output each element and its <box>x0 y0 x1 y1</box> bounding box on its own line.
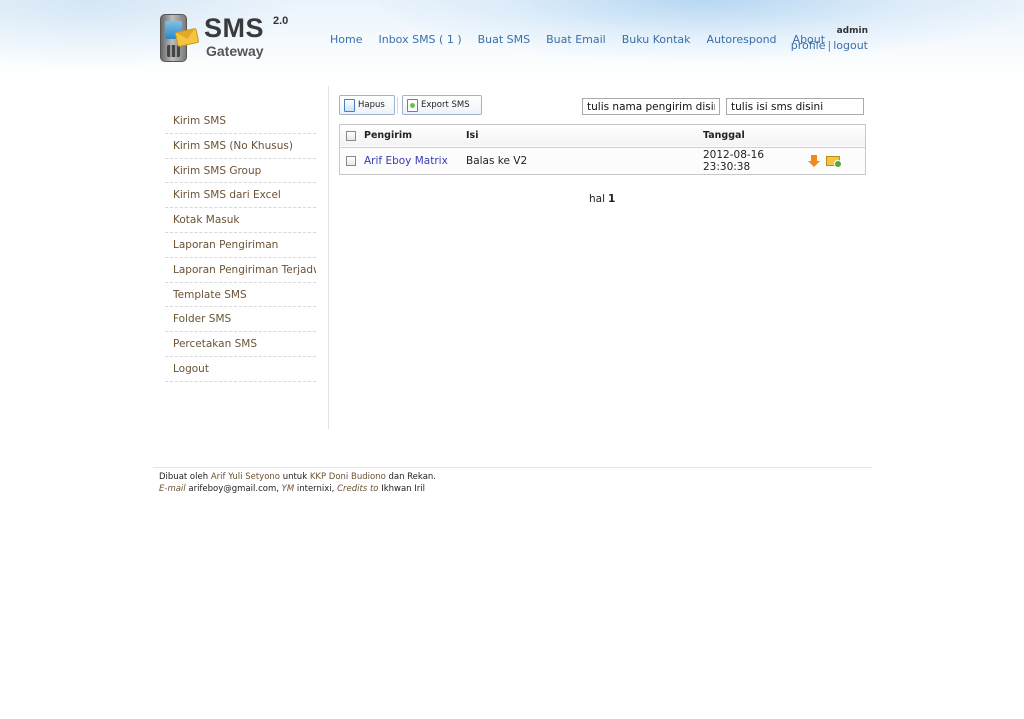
sidebar-item-laporan-pengiriman[interactable]: Laporan Pengiriman <box>165 233 316 258</box>
sidebar-item-kirim-sms-no-khusus[interactable]: Kirim SMS (No Khusus) <box>165 134 316 159</box>
pagination: hal 1 <box>589 193 615 205</box>
sidebar-item-kotak-masuk[interactable]: Kotak Masuk <box>165 208 316 233</box>
user-box: admin profile | logout <box>791 26 868 52</box>
nav-buku-kontak[interactable]: Buku Kontak <box>622 33 691 46</box>
nav-buat-sms[interactable]: Buat SMS <box>478 33 531 46</box>
footer-email: arifeboy@gmail.com, <box>188 483 279 494</box>
row-actions <box>806 147 865 174</box>
sidebar-item-template-sms[interactable]: Template SMS <box>165 283 316 308</box>
sidebar-item-kirim-sms-excel[interactable]: Kirim SMS dari Excel <box>165 183 316 209</box>
footer-line-2: E-mail arifeboy@gmail.com, YM internixi,… <box>159 484 436 496</box>
export-button-label: Export SMS <box>421 100 470 110</box>
footer-made-by: Dibuat oleh <box>159 472 209 482</box>
current-page[interactable]: 1 <box>608 193 615 205</box>
top-navigation: Home Inbox SMS ( 1 ) Buat SMS Buat Email… <box>330 33 841 46</box>
date-cell: 2012-08-16 23:30:38 <box>703 147 806 174</box>
user-links: profile | logout <box>791 39 868 52</box>
header-message[interactable]: Isi <box>466 125 703 147</box>
reply-icon[interactable] <box>808 154 820 167</box>
page-label: hal <box>589 193 606 205</box>
footer-and-partners: dan Rekan. <box>388 472 436 482</box>
logo-subtitle: Gateway <box>206 43 264 59</box>
header-sender[interactable]: Pengirim <box>362 125 466 147</box>
sidebar-divider <box>328 86 329 429</box>
message-time: 23:30:38 <box>703 160 751 173</box>
sidebar-menu: Kirim SMS Kirim SMS (No Khusus) Kirim SM… <box>165 109 316 382</box>
nav-inbox-sms[interactable]: Inbox SMS ( 1 ) <box>378 33 461 46</box>
nav-home[interactable]: Home <box>330 33 362 46</box>
footer-email-label: E-mail <box>159 483 186 494</box>
sender-search-input[interactable] <box>582 98 720 115</box>
logout-link[interactable]: logout <box>833 39 868 52</box>
footer-for: untuk <box>282 472 308 482</box>
delete-button[interactable]: Hapus <box>339 95 395 115</box>
toolbar-separator <box>397 97 398 113</box>
footer-ym-label: YM <box>281 483 295 494</box>
row-checkbox[interactable] <box>346 155 356 166</box>
footer-credits: Ikhwan Iril <box>381 483 425 494</box>
table-row: Arif Eboy Matrix Balas ke V2 2012-08-16 … <box>340 147 865 174</box>
export-icon <box>407 98 418 112</box>
sidebar-item-kirim-sms-group[interactable]: Kirim SMS Group <box>165 159 316 184</box>
nav-autorespond[interactable]: Autorespond <box>707 33 777 46</box>
export-sms-button[interactable]: Export SMS <box>402 95 482 115</box>
footer-client-link[interactable]: KKP Doni Budiono <box>310 472 386 482</box>
sidebar-item-percetakan-sms[interactable]: Percetakan SMS <box>165 332 316 357</box>
footer-ym: internixi, <box>296 483 335 494</box>
username: admin <box>836 26 868 36</box>
document-icon <box>344 98 355 112</box>
table-header-row: Pengirim Isi Tanggal <box>340 125 865 147</box>
message-search-input[interactable] <box>726 98 864 115</box>
sidebar-item-folder-sms[interactable]: Folder SMS <box>165 307 316 333</box>
sidebar-item-logout[interactable]: Logout <box>165 357 316 382</box>
move-to-folder-icon[interactable] <box>826 155 842 168</box>
footer-credits-label: Credits to <box>337 483 379 494</box>
message-text: Balas ke V2 <box>466 154 528 167</box>
footer: Dibuat oleh Arif Yuli Setyono untuk KKP … <box>159 472 436 495</box>
delete-button-label: Hapus <box>358 100 385 110</box>
sender-link[interactable]: Arif Eboy Matrix <box>364 155 448 167</box>
sidebar-item-kirim-sms[interactable]: Kirim SMS <box>165 109 316 134</box>
envelope-icon <box>174 27 200 48</box>
message-date: 2012-08-16 <box>703 148 765 161</box>
nav-buat-email[interactable]: Buat Email <box>546 33 606 46</box>
footer-line-1: Dibuat oleh Arif Yuli Setyono untuk KKP … <box>159 472 436 484</box>
sidebar-item-laporan-terjadwal[interactable]: Laporan Pengiriman Terjadwal <box>165 258 316 283</box>
inbox-table: Pengirim Isi Tanggal Arif Eboy Matrix Ba… <box>339 124 866 175</box>
select-all-checkbox[interactable] <box>346 130 356 141</box>
profile-link[interactable]: profile <box>791 39 826 52</box>
logo-version: 2.0 <box>273 15 289 27</box>
logo-brand-text: SMS <box>204 13 265 43</box>
footer-author-link[interactable]: Arif Yuli Setyono <box>211 472 280 482</box>
header-actions <box>806 125 865 147</box>
link-separator: | <box>827 39 832 52</box>
app-logo[interactable]: SMS 2.0 Gateway <box>160 12 300 66</box>
header-date[interactable]: Tanggal <box>703 125 806 147</box>
footer-divider <box>153 467 872 468</box>
